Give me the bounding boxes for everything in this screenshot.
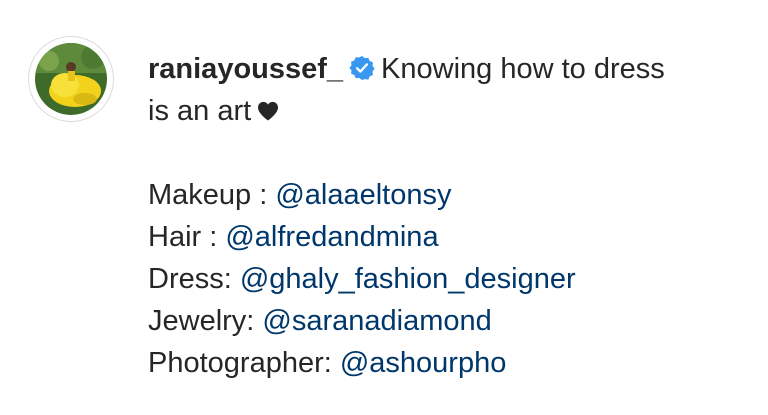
mention-link[interactable]: @saranadiamond	[262, 305, 491, 337]
credit-line-makeup: Makeup : @alaaeltonsy	[148, 174, 748, 216]
credit-line-jewelry: Jewelry: @saranadiamond	[148, 300, 748, 342]
caption-text: raniayoussef_ Knowing how to dress is an…	[148, 48, 748, 384]
post-caption: raniayoussef_ Knowing how to dress is an…	[0, 0, 768, 415]
mention-link[interactable]: @alaaeltonsy	[275, 179, 451, 211]
caption-first-line: raniayoussef_ Knowing how to dress	[148, 48, 748, 90]
credit-label: Photographer:	[148, 347, 340, 379]
profile-avatar[interactable]	[35, 43, 107, 115]
caption-second-line: is an art	[148, 90, 748, 132]
mention-link[interactable]: @ashourpho	[340, 347, 507, 379]
caption-line-2: is an art	[148, 95, 252, 127]
credit-label: Hair :	[148, 221, 226, 253]
credit-label: Jewelry:	[148, 305, 263, 337]
avatar-ring[interactable]	[28, 36, 114, 122]
caption-line-1: Knowing how to dress	[381, 53, 665, 85]
credit-line-hair: Hair : @alfredandmina	[148, 216, 748, 258]
mention-link[interactable]: @ghaly_fashion_designer	[240, 263, 576, 295]
credit-line-dress: Dress: @ghaly_fashion_designer	[148, 258, 748, 300]
mention-link[interactable]: @alfredandmina	[225, 221, 438, 253]
credit-label: Makeup :	[148, 179, 276, 211]
credit-line-photographer: Photographer: @ashourpho	[148, 342, 748, 384]
black-heart-icon	[258, 101, 279, 121]
credit-label: Dress:	[148, 263, 240, 295]
verified-badge-icon	[349, 55, 375, 81]
username-link[interactable]: raniayoussef_	[148, 53, 343, 85]
